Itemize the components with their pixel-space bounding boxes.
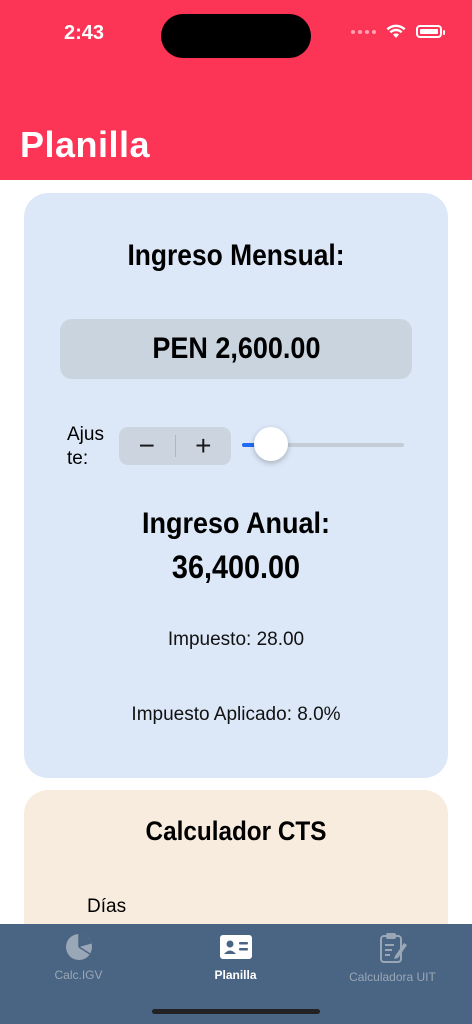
monthly-income-value: PEN 2,600.00 [151, 332, 321, 365]
annual-income-label: Ingreso Anual: [141, 507, 331, 540]
nav-header: 2:43 Planilla [0, 0, 472, 180]
income-stepper: − + [119, 427, 231, 465]
tab-calc-igv[interactable]: Calc.IGV [0, 932, 157, 982]
tax-amount: Impuesto: 28.00 [167, 629, 305, 650]
tab-calculadora-uit[interactable]: Calculadora UIT [314, 932, 471, 984]
monthly-income-field[interactable]: PEN 2,600.00 [60, 319, 412, 379]
pie-chart-icon [65, 934, 92, 960]
adjust-label: Ajus te: [67, 424, 104, 469]
increment-button[interactable]: + [176, 427, 232, 465]
decrement-button[interactable]: − [119, 427, 175, 465]
tab-planilla[interactable]: Planilla [157, 932, 314, 982]
home-indicator [152, 1009, 320, 1014]
tab-label-calc-igv: Calc.IGV [54, 968, 103, 982]
status-icons [351, 24, 445, 39]
tab-bar: Calc.IGV Planilla Calculadora UIT [0, 924, 472, 1024]
slider-thumb[interactable] [254, 427, 289, 461]
days-label: Días [87, 896, 127, 917]
page-title: Planilla [20, 124, 151, 165]
income-card: Ingreso Mensual: PEN 2,600.00 Ajus te: −… [24, 193, 448, 778]
cellular-signal-icon [351, 29, 376, 34]
cts-title: Calculador CTS [145, 816, 327, 846]
tab-label-planilla: Planilla [214, 968, 257, 982]
status-time: 2:43 [64, 22, 105, 44]
wifi-icon [386, 24, 406, 38]
applied-tax-rate: Impuesto Aplicado: 8.0% [131, 704, 341, 725]
monthly-income-title: Ingreso Mensual: [127, 239, 345, 272]
tab-label-calculadora-uit: Calculadora UIT [349, 970, 436, 984]
annual-income-value: 36,400.00 [171, 549, 301, 585]
person-card-icon [219, 935, 252, 959]
clipboard-edit-icon [379, 933, 407, 963]
battery-icon [416, 25, 445, 38]
income-slider[interactable] [242, 427, 404, 461]
dynamic-island [161, 14, 311, 58]
